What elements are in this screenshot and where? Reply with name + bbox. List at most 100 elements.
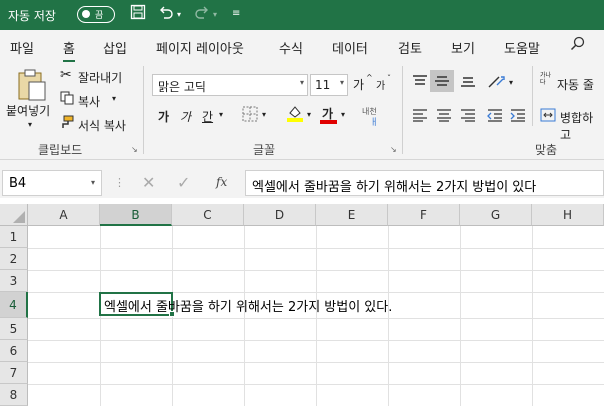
row-header-2[interactable]: 2 — [0, 248, 28, 270]
name-box[interactable]: B4 ▾ — [2, 170, 102, 196]
cancel-icon[interactable]: ✕ — [142, 173, 155, 192]
orientation-dropdown-icon[interactable]: ▾ — [509, 78, 513, 87]
font-color-swatch — [320, 120, 337, 124]
tab-review[interactable]: 검토 — [398, 38, 422, 57]
customize-toolbar-icon[interactable]: ≡ — [232, 8, 240, 19]
merge-center-button[interactable]: 병합하고 — [560, 109, 604, 143]
copy-button[interactable]: 복사 — [78, 93, 100, 110]
align-center-icon[interactable] — [436, 108, 452, 125]
font-color-dropdown-icon[interactable]: ▾ — [341, 110, 345, 119]
gridline — [316, 226, 317, 406]
toggle-state: 끔 — [95, 11, 104, 21]
copy-icon — [60, 91, 74, 108]
row-header-6[interactable]: 6 — [0, 340, 28, 362]
cut-button[interactable]: 잘라내기 — [78, 69, 122, 86]
font-launcher-icon[interactable]: ↘ — [390, 145, 397, 154]
gridline — [28, 248, 604, 249]
shrink-font-button[interactable]: 가 — [376, 77, 385, 92]
column-header-c[interactable]: C — [172, 204, 244, 226]
redo-icon[interactable] — [194, 4, 210, 24]
copy-dropdown-icon[interactable]: ▾ — [112, 94, 116, 103]
gridline — [388, 226, 389, 406]
borders-icon[interactable] — [242, 106, 258, 125]
row-header-7[interactable]: 7 — [0, 362, 28, 384]
wrap-text-button[interactable]: 자동 줄 — [557, 76, 594, 93]
align-left-icon[interactable] — [412, 108, 428, 125]
select-all-button[interactable] — [0, 204, 28, 226]
column-header-g[interactable]: G — [460, 204, 532, 226]
tab-file[interactable]: 파일 — [10, 38, 34, 57]
name-box-value: B4 — [9, 176, 27, 191]
fill-color-icon[interactable] — [286, 104, 304, 125]
search-icon[interactable] — [570, 36, 586, 56]
cell-b4-value: 엑셀에서 줄바꿈을 하기 위해서는 2가지 방법이 있다. — [104, 300, 393, 315]
tab-data[interactable]: 데이터 — [332, 38, 368, 57]
column-header-h[interactable]: H — [532, 204, 604, 226]
divider — [143, 66, 144, 154]
paste-dropdown-icon[interactable]: ▾ — [28, 120, 32, 129]
autosave-toggle[interactable]: 끔 — [77, 6, 115, 23]
font-name-select[interactable]: 맑은 고딕 ▾ — [152, 74, 308, 96]
enter-icon[interactable]: ✓ — [177, 173, 190, 192]
align-top-icon[interactable] — [412, 74, 428, 91]
tab-formulas[interactable]: 수식 — [279, 38, 303, 57]
increase-indent-icon[interactable] — [510, 108, 526, 125]
align-right-icon[interactable] — [460, 108, 476, 125]
tab-view[interactable]: 보기 — [451, 38, 475, 57]
title-bar: 자동 저장 끔 ▾ ▾ ≡ — [0, 0, 604, 30]
decrease-indent-icon[interactable] — [487, 108, 503, 125]
undo-icon[interactable] — [158, 4, 174, 24]
alignment-group-label: 맞춤 — [535, 143, 558, 157]
gridline — [28, 318, 604, 319]
bold-button[interactable]: 가 — [158, 108, 169, 125]
column-header-e[interactable]: E — [316, 204, 388, 226]
paste-icon[interactable] — [15, 68, 49, 105]
gridline — [28, 362, 604, 363]
fill-color-dropdown-icon[interactable]: ▾ — [307, 110, 311, 119]
italic-button[interactable]: 가 — [180, 108, 191, 125]
clipboard-launcher-icon[interactable]: ↘ — [131, 145, 138, 154]
chevron-down-icon[interactable]: ▾ — [91, 178, 95, 187]
font-size-value: 11 — [315, 78, 331, 92]
gridline — [460, 226, 461, 406]
tab-home[interactable]: 홈 — [63, 38, 75, 63]
tab-page-layout[interactable]: 페이지 레이아웃 — [156, 38, 244, 57]
tab-insert[interactable]: 삽입 — [103, 38, 127, 57]
redo-dropdown-icon[interactable]: ▾ — [213, 10, 217, 19]
align-middle-icon[interactable] — [430, 70, 454, 92]
row-header-3[interactable]: 3 — [0, 270, 28, 292]
column-header-f[interactable]: F — [388, 204, 460, 226]
save-icon[interactable] — [130, 4, 146, 24]
wrap-text-icon: 가나다 — [540, 72, 552, 86]
orientation-icon[interactable] — [487, 73, 507, 92]
undo-dropdown-icon[interactable]: ▾ — [177, 10, 181, 19]
font-name-value: 맑은 고딕 — [158, 80, 206, 94]
gridline — [28, 340, 604, 341]
format-painter-icon — [60, 115, 74, 132]
underline-button[interactable]: 간 — [202, 108, 213, 125]
grow-font-button[interactable]: 가 — [353, 76, 364, 93]
borders-dropdown-icon[interactable]: ▾ — [262, 110, 266, 119]
format-painter-button[interactable]: 서식 복사 — [78, 117, 126, 134]
column-header-b[interactable]: B — [100, 204, 172, 226]
font-size-select[interactable]: 11 ▾ — [310, 74, 348, 96]
formula-input[interactable]: 엑셀에서 줄바꿈을 하기 위해서는 2가지 방법이 있다 — [245, 170, 604, 196]
chevron-down-icon: ▾ — [339, 78, 344, 87]
formula-bar: B4 ▾ ⋮ ✕ ✓ fx 엑셀에서 줄바꿈을 하기 위해서는 2가지 방법이 … — [0, 170, 604, 198]
formula-content: 엑셀에서 줄바꿈을 하기 위해서는 2가지 방법이 있다 — [252, 180, 537, 195]
row-header-1[interactable]: 1 — [0, 226, 28, 248]
tab-help[interactable]: 도움말 — [504, 38, 540, 57]
column-header-d[interactable]: D — [244, 204, 316, 226]
align-bottom-icon[interactable] — [460, 74, 476, 91]
row-header-8[interactable]: 8 — [0, 384, 28, 406]
underline-dropdown-icon[interactable]: ▾ — [219, 110, 223, 119]
spacer — [0, 160, 604, 170]
row-header-4[interactable]: 4 — [0, 292, 28, 318]
insert-function-button[interactable]: fx — [216, 175, 227, 189]
merge-icon — [540, 108, 556, 125]
paste-button[interactable]: 붙여넣기 — [6, 102, 50, 119]
ribbon-tabs: 파일 홈 삽입 페이지 레이아웃 수식 데이터 검토 보기 도움말 — [0, 30, 604, 63]
column-header-a[interactable]: A — [28, 204, 100, 226]
row-header-5[interactable]: 5 — [0, 318, 28, 340]
worksheet-grid[interactable]: A B C D E F G H 1 2 3 4 5 6 7 8 엑셀에서 줄바꿈… — [0, 204, 604, 406]
